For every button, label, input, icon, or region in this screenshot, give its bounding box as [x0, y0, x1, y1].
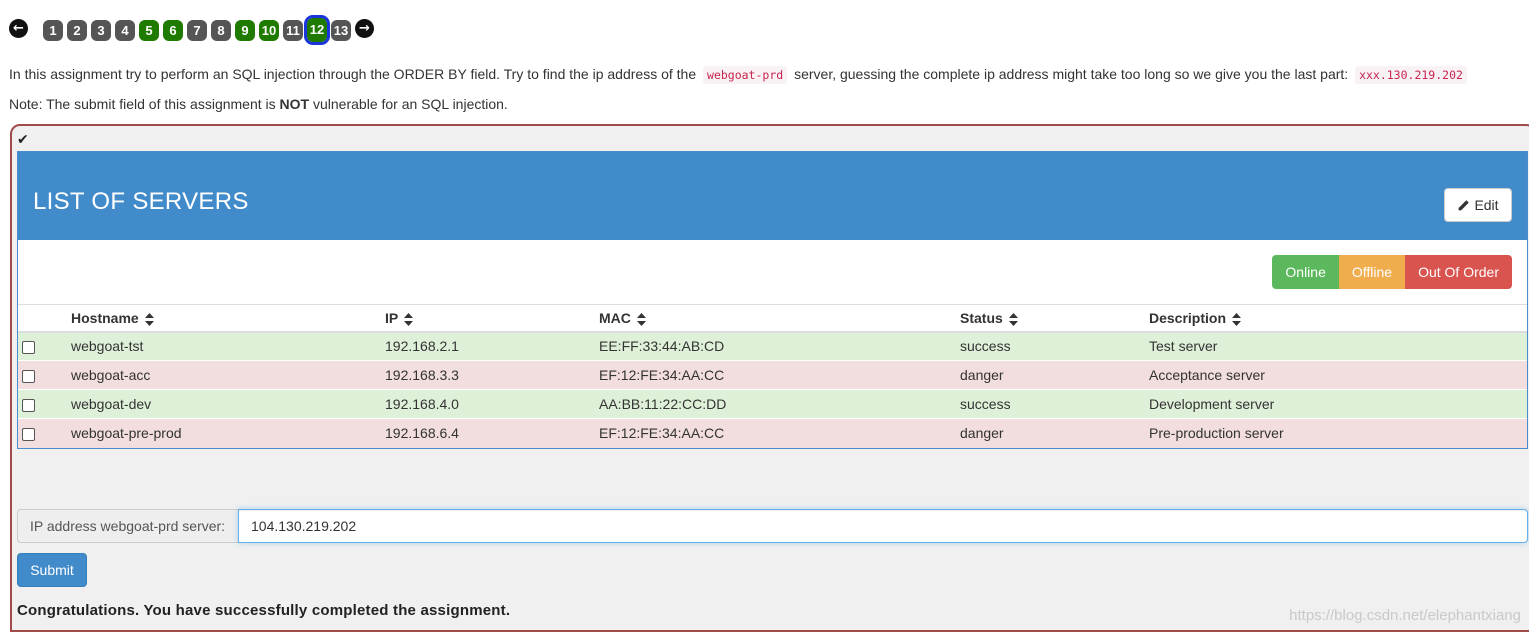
- page-button-6[interactable]: 6: [163, 20, 183, 41]
- page-button-5[interactable]: 5: [139, 20, 159, 41]
- page-button-11[interactable]: 11: [283, 20, 303, 41]
- cell-ip: 192.168.6.4: [385, 418, 599, 448]
- column-header-mac[interactable]: MAC: [599, 304, 960, 333]
- sort-icon: [1232, 312, 1242, 326]
- arrow-right-circle-icon[interactable]: →: [355, 19, 374, 38]
- row-select-cell: [18, 389, 71, 419]
- edit-label: Edit: [1474, 197, 1499, 213]
- ip-hint-code: xxx.130.219.202: [1355, 66, 1467, 84]
- server-list-header: LIST OF SERVERS Edit: [18, 152, 1527, 240]
- note-suffix: vulnerable for an SQL injection.: [313, 96, 508, 112]
- sort-icon: [636, 312, 646, 326]
- cell-description: Test server: [1149, 331, 1527, 361]
- description-text-2: server, guessing the complete ip address…: [794, 66, 1349, 82]
- watermark-text: https://blog.csdn.net/elephantxiang: [1289, 607, 1521, 624]
- page-button-8[interactable]: 8: [211, 20, 231, 41]
- row-checkbox[interactable]: [22, 428, 35, 442]
- cell-hostname: webgoat-dev: [71, 389, 385, 419]
- page-button-3[interactable]: 3: [91, 20, 111, 41]
- assignment-panel: ✔ LIST OF SERVERS Edit Online Offline Ou…: [10, 124, 1529, 632]
- cell-ip: 192.168.3.3: [385, 360, 599, 390]
- cell-description: Development server: [1149, 389, 1527, 419]
- cell-hostname: webgoat-pre-prod: [71, 418, 385, 448]
- cell-description: Pre-production server: [1149, 418, 1527, 448]
- cell-mac: EE:FF:33:44:AB:CD: [599, 331, 960, 361]
- server-list-title: LIST OF SERVERS: [33, 188, 249, 215]
- pencil-icon: [1459, 199, 1470, 210]
- row-select-cell: [18, 331, 71, 361]
- page-button-12[interactable]: 12: [304, 15, 330, 45]
- cell-status: success: [960, 331, 1149, 361]
- page-button-1[interactable]: 1: [43, 20, 63, 41]
- legend-out-of-order: Out Of Order: [1405, 255, 1512, 289]
- page-button-4[interactable]: 4: [115, 20, 135, 41]
- ip-address-input[interactable]: [238, 509, 1528, 543]
- edit-button[interactable]: Edit: [1444, 188, 1512, 222]
- cell-ip: 192.168.4.0: [385, 389, 599, 419]
- page-button-9[interactable]: 9: [235, 20, 255, 41]
- table-row: webgoat-dev 192.168.4.0 AA:BB:11:22:CC:DD s…: [18, 389, 1527, 419]
- lesson-pagination: ← 1 2 3 4 5 6 7 8 9 10 11 12 13 →: [8, 15, 388, 45]
- server-list-box: LIST OF SERVERS Edit Online Offline Out …: [17, 151, 1528, 449]
- cell-status: success: [960, 389, 1149, 419]
- servers-table: Hostname IP MAC Status Description webgo…: [18, 304, 1527, 448]
- column-header-status[interactable]: Status: [960, 304, 1149, 333]
- cell-ip: 192.168.2.1: [385, 331, 599, 361]
- legend-online: Online: [1272, 255, 1339, 289]
- column-header-hostname[interactable]: Hostname: [71, 304, 385, 333]
- success-feedback: Congratulations. You have successfully c…: [17, 602, 511, 619]
- status-legend: Online Offline Out Of Order: [1272, 255, 1512, 289]
- table-row: webgoat-pre-prod 192.168.6.4 EF:12:FE:34:A…: [18, 418, 1527, 448]
- legend-offline: Offline: [1338, 255, 1406, 289]
- page-button-2[interactable]: 2: [67, 20, 87, 41]
- sort-icon: [144, 312, 154, 326]
- column-header-ip[interactable]: IP: [385, 304, 599, 333]
- cell-mac: AA:BB:11:22:CC:DD: [599, 389, 960, 419]
- table-row: webgoat-acc 192.168.3.3 EF:12:FE:34:AA:CC d…: [18, 360, 1527, 390]
- table-header-row: Hostname IP MAC Status Description: [18, 304, 1527, 333]
- table-row: webgoat-tst 192.168.2.1 EE:FF:33:44:AB:CD s…: [18, 331, 1527, 361]
- row-select-cell: [18, 360, 71, 390]
- page-button-7[interactable]: 7: [187, 20, 207, 41]
- sort-icon: [1008, 312, 1018, 326]
- cell-mac: EF:12:FE:34:AA:CC: [599, 360, 960, 390]
- cell-description: Acceptance server: [1149, 360, 1527, 390]
- cell-hostname: webgoat-tst: [71, 331, 385, 361]
- row-checkbox[interactable]: [22, 369, 35, 383]
- ip-field-label: IP address webgoat-prd server:: [17, 509, 238, 543]
- row-select-cell: [18, 418, 71, 448]
- page-button-13[interactable]: 13: [331, 20, 351, 41]
- sort-icon: [404, 312, 414, 326]
- cell-status: danger: [960, 360, 1149, 390]
- cell-hostname: webgoat-acc: [71, 360, 385, 390]
- note-prefix: Note: The submit field of this assignmen…: [9, 96, 276, 112]
- cell-mac: EF:12:FE:34:AA:CC: [599, 418, 960, 448]
- arrow-left-circle-icon[interactable]: ←: [9, 19, 28, 38]
- column-header-description[interactable]: Description: [1149, 304, 1527, 333]
- assignment-note: Note: The submit field of this assignmen…: [9, 94, 508, 114]
- note-emphasis: NOT: [279, 96, 310, 112]
- ip-answer-form: IP address webgoat-prd server:: [17, 509, 1528, 543]
- row-checkbox[interactable]: [22, 341, 35, 355]
- cell-status: danger: [960, 418, 1149, 448]
- hostname-code: webgoat-prd: [703, 66, 788, 84]
- checkmark-icon: ✔: [17, 132, 29, 148]
- submit-button[interactable]: Submit: [17, 553, 87, 587]
- select-column-header: [18, 304, 71, 333]
- row-checkbox[interactable]: [22, 398, 35, 412]
- description-text-1: In this assignment try to perform an SQL…: [9, 66, 697, 82]
- assignment-description: In this assignment try to perform an SQL…: [9, 64, 1519, 85]
- page-button-10[interactable]: 10: [259, 20, 279, 41]
